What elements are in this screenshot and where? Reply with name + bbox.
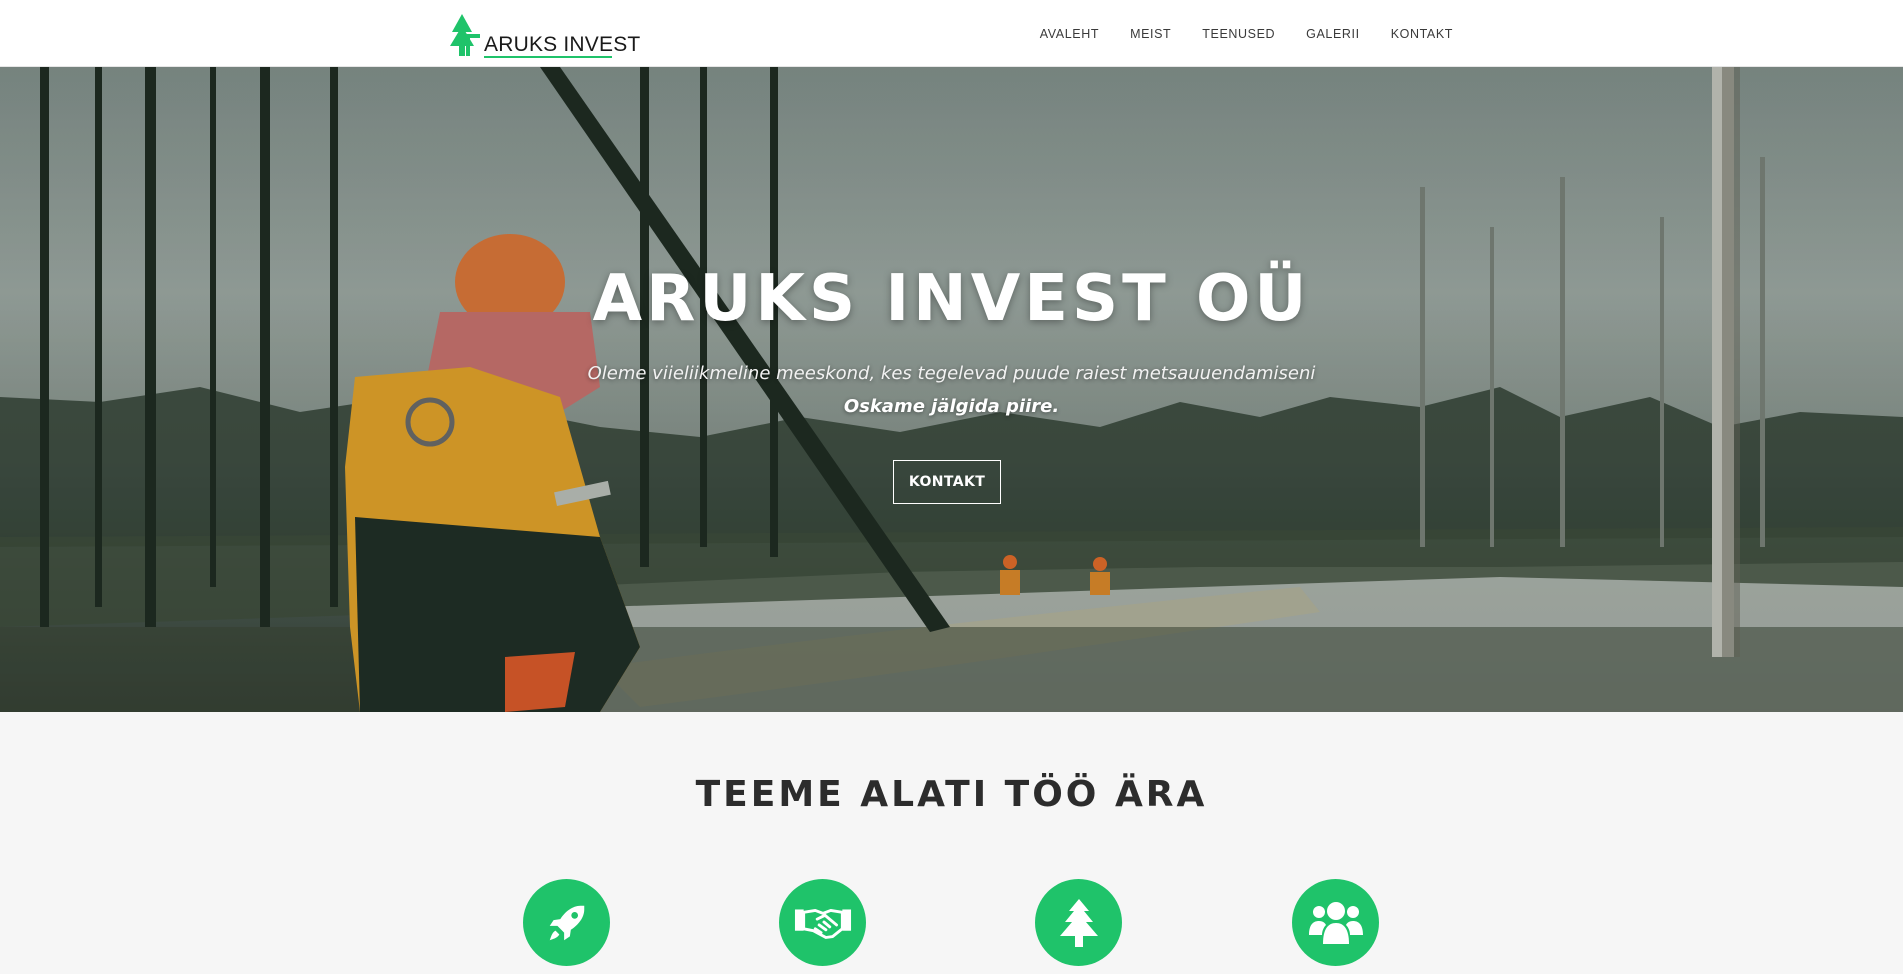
- nav-galerii[interactable]: GALERII: [1306, 27, 1360, 41]
- feature-tree: [1035, 879, 1122, 966]
- nav-avaleht[interactable]: AVALEHT: [1040, 27, 1099, 41]
- main-nav: AVALEHT MEIST TEENUSED GALERII KONTAKT: [1040, 0, 1453, 67]
- rocket-icon: [549, 905, 584, 940]
- hero-tagline: Oskame jälgida piire.: [843, 396, 1060, 417]
- hero-banner: ARUKS INVEST OÜ Oleme viieliikmeline mee…: [0, 67, 1903, 712]
- site-header: ARUKS INVEST AVALEHT MEIST TEENUSED GALE…: [0, 0, 1903, 67]
- feature-rocket: [523, 879, 610, 966]
- logo-text: ARUKS INVEST: [484, 33, 641, 56]
- section-title: TEEME ALATI TÖÖ ÄRA: [695, 774, 1208, 815]
- tree-icon: [1059, 898, 1098, 947]
- site-logo[interactable]: ARUKS INVEST: [450, 12, 640, 58]
- users-icon: [1308, 901, 1363, 944]
- hero-title: ARUKS INVEST OÜ: [592, 262, 1311, 336]
- feature-users: [1292, 879, 1379, 966]
- feature-handshake: [779, 879, 866, 966]
- features-section: TEEME ALATI TÖÖ ÄRA: [0, 712, 1903, 974]
- hero-kontakt-button[interactable]: KONTAKT: [893, 460, 1001, 504]
- hero-forest-image: [0, 67, 1903, 712]
- logo-underline: [484, 56, 612, 58]
- handshake-icon: [794, 908, 851, 939]
- hero-subtitle: Oleme viieliikmeline meeskond, kes tegel…: [587, 363, 1316, 384]
- nav-meist[interactable]: MEIST: [1130, 27, 1171, 41]
- nav-kontakt[interactable]: KONTAKT: [1391, 27, 1453, 41]
- nav-teenused[interactable]: TEENUSED: [1202, 27, 1275, 41]
